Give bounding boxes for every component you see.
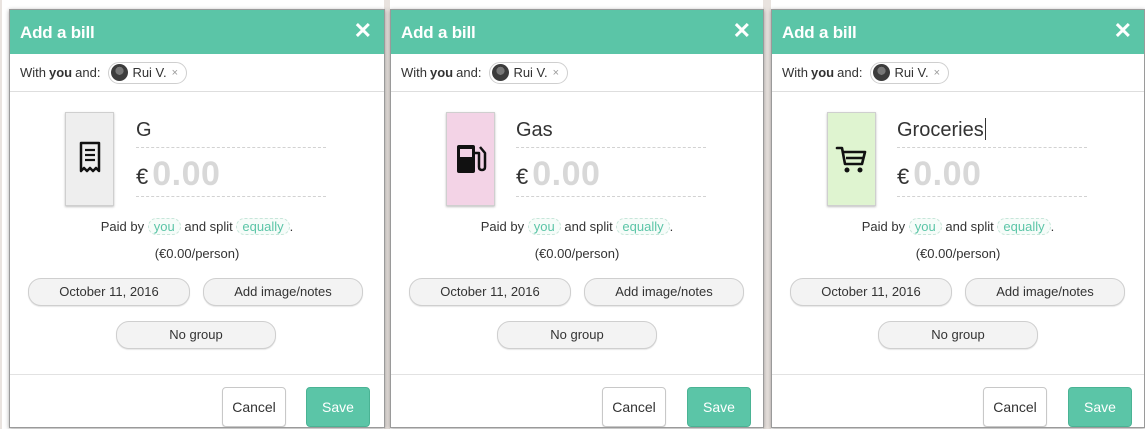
period: .: [289, 219, 294, 234]
description-value: Groceries: [897, 119, 984, 141]
friend-chip[interactable]: Rui V. ×: [108, 61, 188, 84]
with-friends-row: With you and: Rui V. ×: [772, 54, 1144, 92]
add-image-notes-button[interactable]: Add image/notes: [965, 278, 1125, 306]
group-button[interactable]: No group: [497, 321, 657, 349]
cancel-button[interactable]: Cancel: [222, 387, 286, 427]
group-button[interactable]: No group: [116, 321, 276, 349]
background-strip: [0, 0, 2, 429]
category-button[interactable]: [65, 112, 114, 206]
description-value: Gas: [516, 119, 553, 141]
amount-input[interactable]: € 0.00: [516, 152, 706, 197]
split-mode-link[interactable]: equally: [997, 218, 1051, 235]
save-button[interactable]: Save: [687, 387, 751, 427]
modal-header: Add a bill ✕: [772, 10, 1144, 54]
receipt-icon: [79, 141, 100, 173]
add-bill-modal: Add a bill ✕ With you and: Rui V. × Gas …: [390, 9, 764, 428]
with-friends-row: With you and: Rui V. ×: [10, 54, 384, 92]
payer-link[interactable]: you: [527, 218, 561, 235]
period: .: [1050, 219, 1055, 234]
remove-friend-icon[interactable]: ×: [553, 67, 559, 79]
cancel-button[interactable]: Cancel: [983, 387, 1047, 427]
remove-friend-icon[interactable]: ×: [934, 67, 940, 79]
with-and-label: and:: [456, 65, 482, 80]
gas-pump-icon: [456, 145, 486, 173]
paid-by-label: Paid by: [861, 219, 906, 234]
category-button[interactable]: [827, 112, 876, 206]
friend-chip[interactable]: Rui V. ×: [489, 61, 569, 84]
avatar: [111, 64, 129, 81]
modal-header: Add a bill ✕: [391, 10, 763, 54]
split-label: and split: [564, 219, 613, 234]
description-input[interactable]: G: [136, 113, 326, 148]
avatar: [873, 64, 891, 81]
split-label: and split: [945, 219, 994, 234]
with-and-label: and:: [75, 65, 101, 80]
add-image-notes-button[interactable]: Add image/notes: [584, 278, 744, 306]
paid-by-line: Paid by you and split equally.: [391, 218, 763, 235]
paid-by-line: Paid by you and split equally.: [10, 218, 384, 235]
split-label: and split: [184, 219, 233, 234]
currency-symbol: €: [516, 164, 529, 189]
modal-title: Add a bill: [782, 23, 857, 42]
with-label: With: [782, 65, 808, 80]
cancel-button[interactable]: Cancel: [602, 387, 666, 427]
paid-by-label: Paid by: [100, 219, 145, 234]
background-strip: [763, 0, 771, 429]
amount-input[interactable]: € 0.00: [136, 152, 326, 197]
shopping-cart-icon: [835, 146, 866, 173]
amount-placeholder: 0.00: [532, 154, 601, 193]
friend-chip[interactable]: Rui V. ×: [870, 61, 950, 84]
description-input[interactable]: Groceries: [897, 113, 1087, 148]
save-button[interactable]: Save: [306, 387, 370, 427]
description-input[interactable]: Gas: [516, 113, 706, 148]
amount-placeholder: 0.00: [152, 154, 221, 193]
friend-name: Rui V.: [513, 65, 548, 80]
close-icon[interactable]: ✕: [354, 18, 372, 44]
description-value: G: [136, 119, 152, 141]
avatar: [492, 64, 510, 81]
paid-by-line: Paid by you and split equally.: [772, 218, 1144, 235]
with-and-label: and:: [837, 65, 863, 80]
with-friends-row: With you and: Rui V. ×: [391, 54, 763, 92]
per-person-amount: (€0.00/person): [915, 246, 1001, 261]
per-person-amount: (€0.00/person): [154, 246, 240, 261]
friend-name: Rui V.: [132, 65, 167, 80]
remove-friend-icon[interactable]: ×: [172, 67, 178, 79]
split-mode-link[interactable]: equally: [616, 218, 670, 235]
amount-placeholder: 0.00: [913, 154, 982, 193]
group-button[interactable]: No group: [878, 321, 1038, 349]
paid-by-label: Paid by: [480, 219, 525, 234]
close-icon[interactable]: ✕: [1114, 18, 1132, 44]
with-label: With: [20, 65, 46, 80]
currency-symbol: €: [136, 164, 149, 189]
with-you-label: you: [811, 65, 835, 80]
with-you-label: you: [430, 65, 454, 80]
payer-link[interactable]: you: [908, 218, 942, 235]
payer-link[interactable]: you: [147, 218, 181, 235]
per-person-amount: (€0.00/person): [534, 246, 620, 261]
text-caret: [984, 118, 986, 140]
add-bill-modal: Add a bill ✕ With you and: Rui V. × G € …: [9, 9, 385, 428]
close-icon[interactable]: ✕: [733, 18, 751, 44]
period: .: [669, 219, 674, 234]
category-button[interactable]: [446, 112, 495, 206]
add-image-notes-button[interactable]: Add image/notes: [203, 278, 363, 306]
save-button[interactable]: Save: [1068, 387, 1132, 427]
amount-input[interactable]: € 0.00: [897, 152, 1087, 197]
modal-title: Add a bill: [401, 23, 476, 42]
with-label: With: [401, 65, 427, 80]
add-bill-modal: Add a bill ✕ With you and: Rui V. × Groc…: [771, 9, 1145, 428]
with-you-label: you: [49, 65, 73, 80]
date-button[interactable]: October 11, 2016: [28, 278, 190, 306]
date-button[interactable]: October 11, 2016: [790, 278, 952, 306]
modal-title: Add a bill: [20, 23, 95, 42]
modal-header: Add a bill ✕: [10, 10, 384, 54]
date-button[interactable]: October 11, 2016: [409, 278, 571, 306]
friend-name: Rui V.: [894, 65, 929, 80]
split-mode-link[interactable]: equally: [236, 218, 290, 235]
currency-symbol: €: [897, 164, 910, 189]
